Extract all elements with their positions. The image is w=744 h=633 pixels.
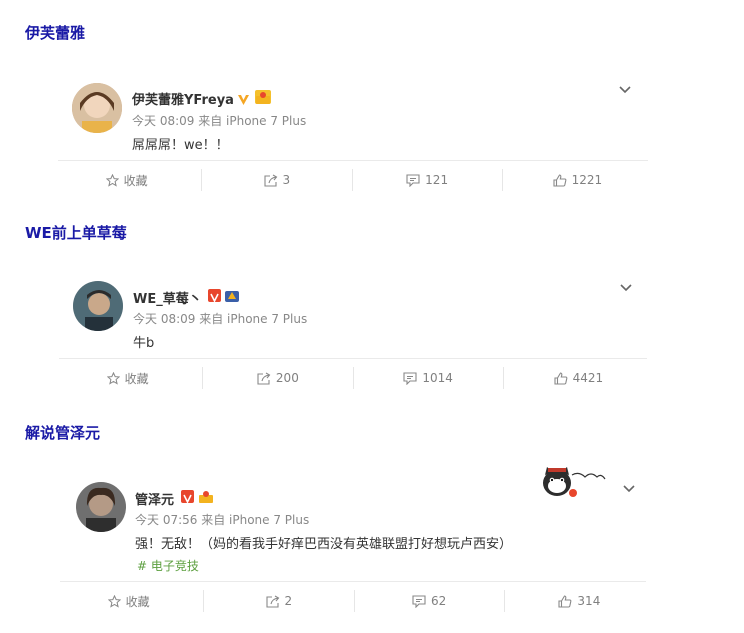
collect-label: 收藏 [125, 594, 150, 609]
post-content: 牛b [133, 336, 155, 351]
post-meta: 今天 08:09 来自 iPhone 7 Plus [132, 114, 307, 128]
comment-icon [412, 594, 426, 608]
collect-label: 收藏 [123, 173, 148, 188]
comment-icon [406, 173, 420, 187]
repost-button[interactable]: 200 [203, 367, 354, 389]
comment-icon [403, 371, 417, 385]
share-icon [257, 372, 271, 385]
collect-button[interactable]: 收藏 [52, 169, 203, 191]
section-title-3: 解说管泽元 [25, 424, 101, 442]
avatar[interactable] [73, 281, 123, 331]
avatar-image [72, 83, 122, 133]
action-bar: 收藏 2 62 314 [54, 590, 654, 612]
username[interactable]: WE_草莓丶 [133, 288, 202, 307]
divider [58, 160, 648, 161]
post-meta: 今天 07:56 来自 iPhone 7 Plus [135, 513, 310, 527]
comment-count: 121 [425, 173, 449, 187]
collect-button[interactable]: 收藏 [54, 590, 205, 612]
comment-count: 62 [430, 594, 447, 608]
like-count: 4421 [572, 371, 604, 385]
star-icon [105, 173, 119, 187]
comment-button[interactable]: 1014 [354, 367, 504, 389]
action-bar: 收藏 3 121 1221 [52, 169, 652, 191]
chevron-down-icon[interactable] [619, 83, 631, 95]
repost-button[interactable]: 3 [202, 169, 353, 191]
comment-button[interactable]: 121 [353, 169, 503, 191]
thumb-up-icon [554, 371, 567, 385]
comment-count: 1014 [422, 371, 453, 385]
vip-badge [237, 91, 250, 105]
like-count: 314 [577, 594, 601, 608]
username[interactable]: 伊芙蕾雅YFreya [132, 89, 234, 108]
verified-badge [181, 490, 194, 504]
avatar-image [73, 281, 123, 331]
username[interactable]: 管泽元 [135, 489, 174, 508]
post-meta: 今天 08:09 来自 iPhone 7 Plus [133, 312, 308, 326]
like-button[interactable]: 1221 [503, 169, 652, 191]
topic-tag[interactable]: # 电子竞技 [137, 557, 199, 574]
repost-count: 3 [282, 173, 291, 187]
collect-label: 收藏 [124, 371, 149, 386]
share-icon [265, 595, 279, 608]
star-icon [107, 594, 121, 608]
cat-sticker [539, 465, 607, 499]
section-title-1: 伊芙蕾雅 [25, 24, 86, 42]
repost-count: 200 [275, 371, 299, 385]
avatar[interactable] [72, 83, 122, 133]
chevron-down-icon[interactable] [620, 281, 632, 293]
level-badge [224, 288, 240, 302]
thumb-up-icon [558, 594, 572, 608]
like-button[interactable]: 314 [505, 590, 654, 612]
divider [59, 358, 647, 359]
share-icon [263, 174, 277, 187]
repost-button[interactable]: 2 [204, 590, 355, 612]
verified-badge [208, 289, 221, 303]
star-icon [106, 371, 120, 385]
thumb-up-icon [553, 173, 566, 187]
like-count: 1221 [571, 173, 603, 187]
avatar-image [76, 482, 126, 532]
divider [60, 581, 646, 582]
comment-button[interactable]: 62 [355, 590, 505, 612]
like-button[interactable]: 4421 [504, 367, 653, 389]
collect-button[interactable]: 收藏 [53, 367, 204, 389]
action-bar: 收藏 200 1014 4421 [53, 367, 653, 389]
repost-count: 2 [284, 594, 293, 608]
level-badge [255, 90, 271, 104]
post-content: 强！无敌！（妈的看我手好痒巴西没有英雄联盟打好想玩卢西安） [135, 537, 513, 552]
chevron-down-icon[interactable] [623, 482, 635, 494]
post-content: 屌屌屌！we！！ [132, 138, 229, 153]
level-badge [198, 489, 214, 503]
section-title-2: WE前上单草莓 [25, 224, 127, 242]
avatar[interactable] [76, 482, 126, 532]
